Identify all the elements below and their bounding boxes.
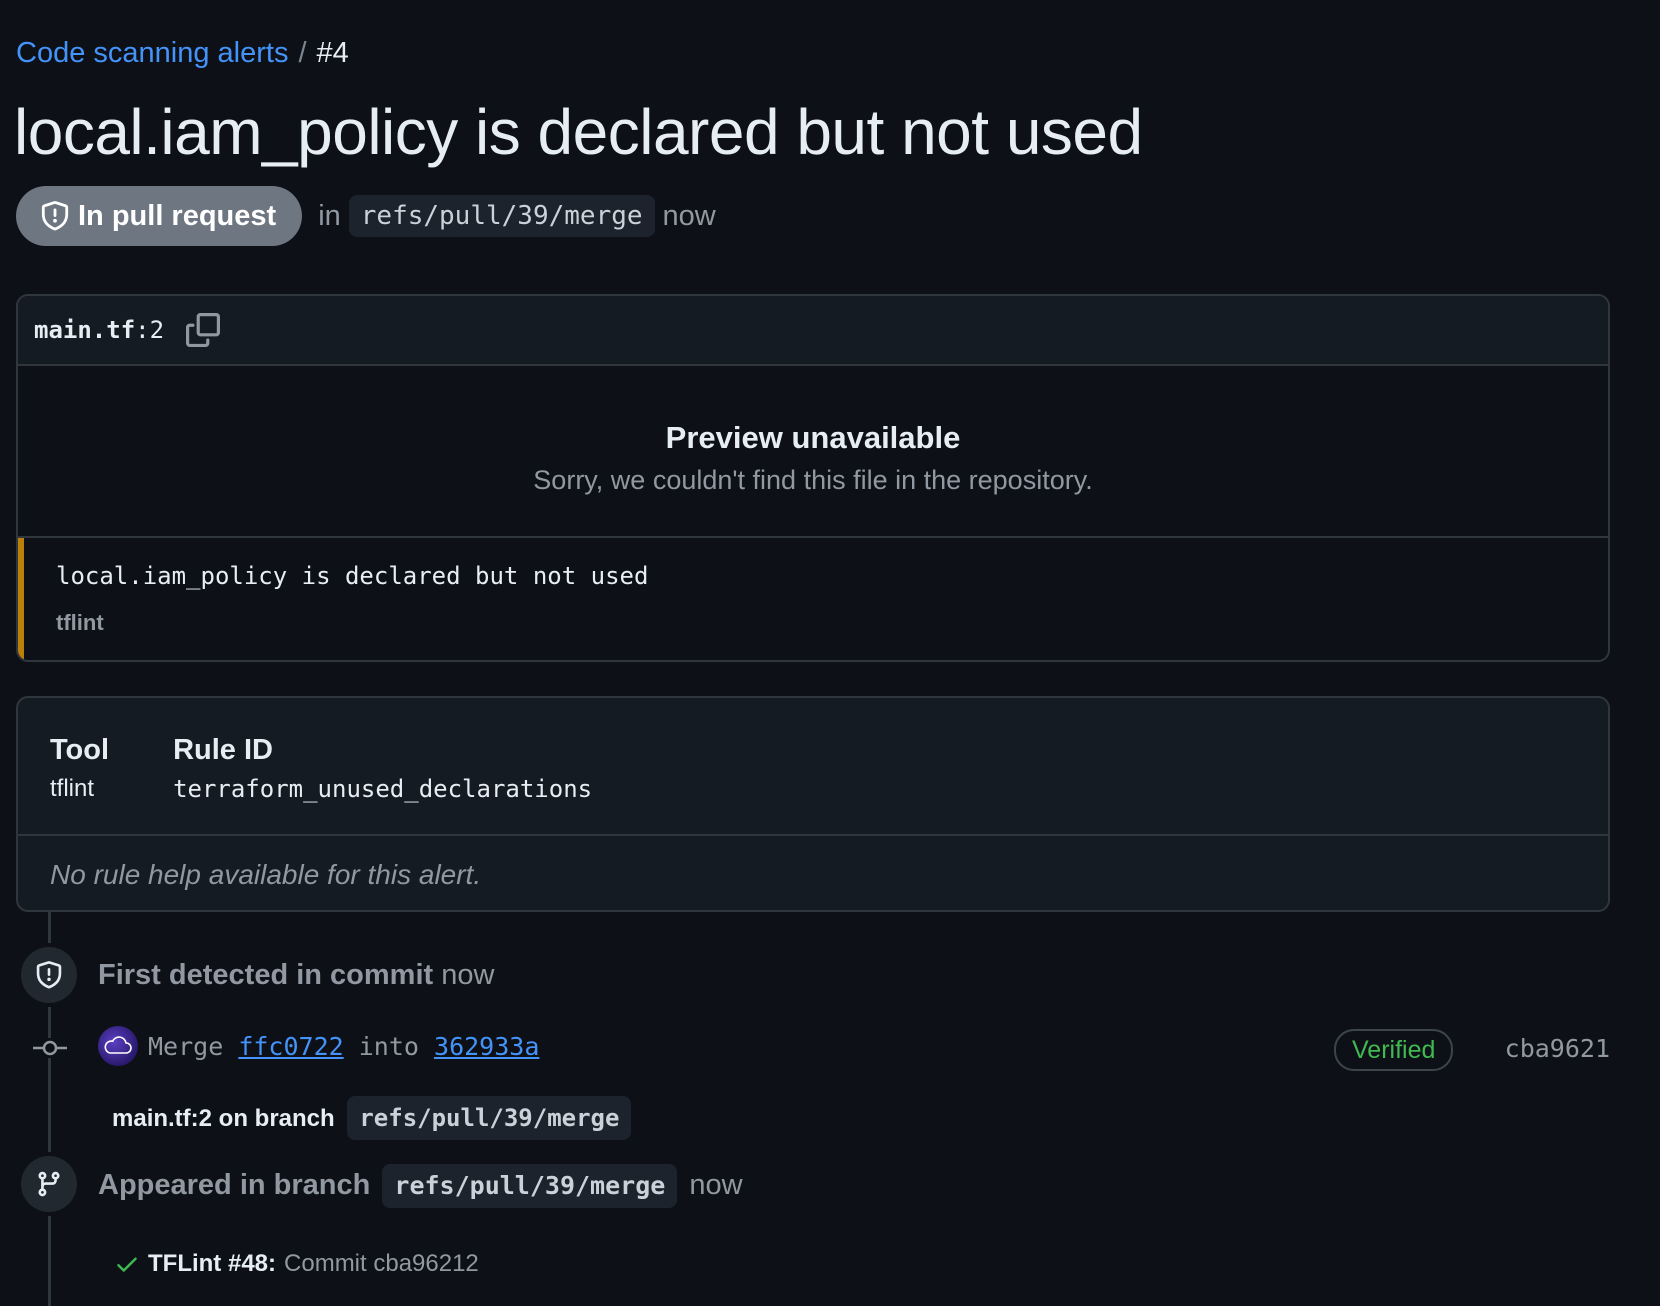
first-detected-time: now: [441, 959, 495, 991]
tool-value: tflint: [50, 775, 95, 802]
commit-node: [32, 1038, 68, 1058]
preview-title: Preview unavailable: [665, 420, 961, 455]
commit-sha-from-link[interactable]: ffc0722: [238, 1032, 343, 1061]
git-commit-icon: [33, 1040, 67, 1056]
warning-severity-bar: [18, 538, 24, 660]
file-location-box: main.tf:2 Preview unavailable Sorry, we …: [16, 294, 1610, 662]
commit-message: Merge ffc0722 into 362933a: [148, 1028, 539, 1066]
preview-description: Sorry, we couldn't find this file in the…: [533, 465, 1093, 495]
file-line: :2: [135, 316, 165, 344]
appeared-branch-time: now: [689, 1169, 743, 1201]
appeared-branch-event: Appeared in branch refs/pull/39/merge no…: [98, 1164, 743, 1208]
page-title: local.iam_policy is declared but not use…: [14, 96, 1143, 168]
rule-info-box: Tool tflint Rule ID terraform_unused_dec…: [16, 696, 1610, 912]
copy-path-button[interactable]: [186, 313, 221, 347]
alert-message-panel: local.iam_policy is declared but not use…: [18, 538, 1608, 660]
rule-help-text: No rule help available for this alert.: [50, 859, 482, 890]
shield-alert-icon: [41, 201, 69, 231]
commit-location: main.tf:2 on branch refs/pull/39/merge: [112, 1096, 632, 1140]
tool-label: Tool: [50, 734, 110, 766]
commit-location-text: main.tf:2 on branch: [112, 1105, 335, 1132]
commit-short-sha[interactable]: cba9621: [1505, 1029, 1610, 1069]
alert-state-badge: In pull request: [16, 186, 303, 246]
first-detected-badge: [21, 947, 77, 1003]
breadcrumb-code-scanning-alerts-link[interactable]: Code scanning alerts: [16, 37, 288, 69]
alert-time: now: [662, 199, 716, 232]
commit-sha-to-link[interactable]: 362933a: [434, 1032, 539, 1061]
first-detected-label: First detected in commit: [98, 959, 434, 991]
rule-id-label: Rule ID: [173, 734, 273, 766]
alert-tool-name: tflint: [56, 610, 104, 635]
check-run-item[interactable]: TFLint #48: Commit cba96212: [114, 1244, 479, 1284]
first-detected-event: First detected in commit now: [98, 955, 494, 995]
breadcrumb-separator: /: [298, 37, 307, 69]
commit-prefix: Merge: [148, 1032, 224, 1061]
shield-alert-icon: [36, 961, 62, 989]
rule-meta: Tool tflint Rule ID terraform_unused_dec…: [18, 698, 1608, 836]
appeared-branch-ref: refs/pull/39/merge: [382, 1164, 678, 1208]
breadcrumb-current-alert: #4: [316, 37, 349, 69]
alert-message: local.iam_policy is declared but not use…: [56, 562, 649, 590]
alert-status-row: In pull request in refs/pull/39/merge no…: [16, 186, 716, 246]
alert-ref-chip: refs/pull/39/merge: [348, 195, 655, 237]
alert-state-label: In pull request: [78, 199, 277, 232]
breadcrumb: Code scanning alerts / #4: [16, 34, 349, 72]
alert-in-label: in: [318, 199, 341, 232]
file-path: main.tf:2: [34, 316, 164, 344]
committer-avatar[interactable]: [98, 1026, 138, 1066]
commit-into: into: [358, 1032, 419, 1061]
commit-location-ref: refs/pull/39/merge: [347, 1096, 632, 1140]
appeared-branch-label: Appeared in branch: [98, 1169, 371, 1201]
copy-icon: [186, 313, 221, 347]
appeared-branch-badge: [21, 1156, 77, 1212]
code-scanning-alert-page: Code scanning alerts / #4 local.iam_policy…: [0, 0, 1660, 1306]
tool-column: Tool tflint: [50, 730, 109, 834]
rule-id-value: terraform_unused_declarations: [173, 775, 593, 803]
file-name: main.tf: [34, 316, 136, 344]
check-icon: [117, 1257, 137, 1272]
preview-unavailable-panel: Preview unavailable Sorry, we couldn't f…: [18, 366, 1608, 538]
verified-badge[interactable]: Verified: [1334, 1029, 1454, 1071]
rule-id-column: Rule ID terraform_unused_declarations: [173, 730, 592, 834]
check-run-description: Commit cba96212: [284, 1250, 479, 1277]
file-header: main.tf:2: [18, 296, 1608, 366]
check-run-name: TFLint #48:: [148, 1250, 277, 1277]
git-branch-icon: [38, 1171, 60, 1197]
cloud-logo-icon: [104, 1036, 132, 1054]
